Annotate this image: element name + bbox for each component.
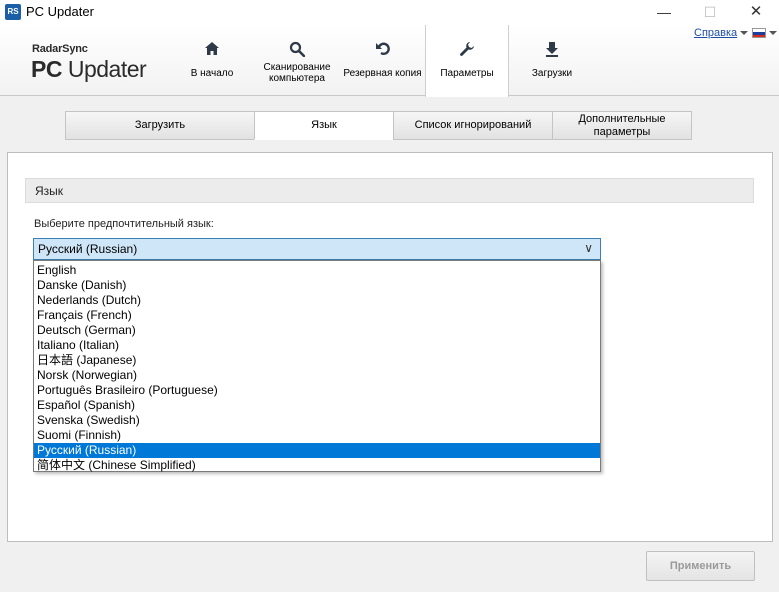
maximize-button[interactable]: ☐ [687,0,733,25]
language-option[interactable]: Italiano (Italian) [34,338,600,353]
language-option[interactable]: Deutsch (German) [34,323,600,338]
minimize-button[interactable]: — [641,0,687,25]
home-icon [182,41,242,59]
nav-downloads-label: Загрузки [531,68,573,79]
language-option[interactable]: 简体中文 (Chinese Simplified) [34,458,600,473]
search-icon [258,41,336,60]
russian-flag-icon[interactable] [752,28,766,38]
language-option[interactable]: Danske (Danish) [34,278,600,293]
language-select-value: Русский (Russian) [38,242,138,256]
nav-scan[interactable]: Сканирование компьютера [258,25,336,96]
subtab-advanced[interactable]: Дополнительные параметры [552,111,692,140]
chevron-down-icon: ∨ [584,241,593,255]
nav-scan-label: Сканирование компьютера [263,62,331,84]
close-button[interactable]: ✕ [733,0,779,25]
language-option[interactable]: Français (French) [34,308,600,323]
language-option[interactable]: Suomi (Finnish) [34,428,600,443]
language-option[interactable]: Nederlands (Dutch) [34,293,600,308]
apply-button[interactable]: Применить [646,551,755,581]
language-option[interactable]: English [34,263,600,278]
nav-home[interactable]: В начало [182,25,242,96]
nav-downloads[interactable]: Загрузки [520,25,584,96]
subtab-download[interactable]: Загрузить [65,111,255,140]
nav-backup[interactable]: Резервная копия [341,25,424,96]
subtab-language[interactable]: Язык [254,111,394,140]
title-bar: RS PC Updater — ☐ ✕ [0,0,779,25]
section-header: Язык [25,178,754,203]
app-icon: RS [5,4,21,20]
nav-settings-label: Параметры [440,68,494,79]
language-option[interactable]: Español (Spanish) [34,398,600,413]
download-icon [520,41,584,60]
help-link[interactable]: Справка [694,27,737,39]
language-prompt-label: Выберите предпочтительный язык: [34,218,214,230]
logo-product: PC Updater [31,56,147,82]
window-title: PC Updater [26,4,94,19]
logo-brand: RadarSync [32,43,88,55]
language-dropdown-caret-icon[interactable] [769,31,777,35]
nav-settings[interactable]: Параметры [425,25,509,97]
language-option[interactable]: 日本語 (Japanese) [34,353,600,368]
wrench-icon [426,41,508,60]
subtab-ignore-list[interactable]: Список игнорирований [393,111,553,140]
nav-home-label: В начало [190,68,234,79]
language-select[interactable]: Русский (Russian) ∨ [33,238,601,260]
language-option[interactable]: Norsk (Norwegian) [34,368,600,383]
help-dropdown-caret-icon[interactable] [740,31,748,35]
undo-icon [341,41,424,59]
language-option[interactable]: Svenska (Swedish) [34,413,600,428]
section-title: Язык [35,184,64,198]
settings-subtabs: Загрузить Язык Список игнорирований Допо… [65,111,713,140]
nav-backup-label: Резервная копия [343,68,422,79]
language-option[interactable]: Português Brasileiro (Portuguese) [34,383,600,398]
language-dropdown-list: English Danske (Danish) Nederlands (Dutc… [33,260,601,472]
app-header: RadarSync PC Updater В начало Сканирован… [0,25,779,97]
language-option-selected[interactable]: Русский (Russian) [34,443,600,458]
